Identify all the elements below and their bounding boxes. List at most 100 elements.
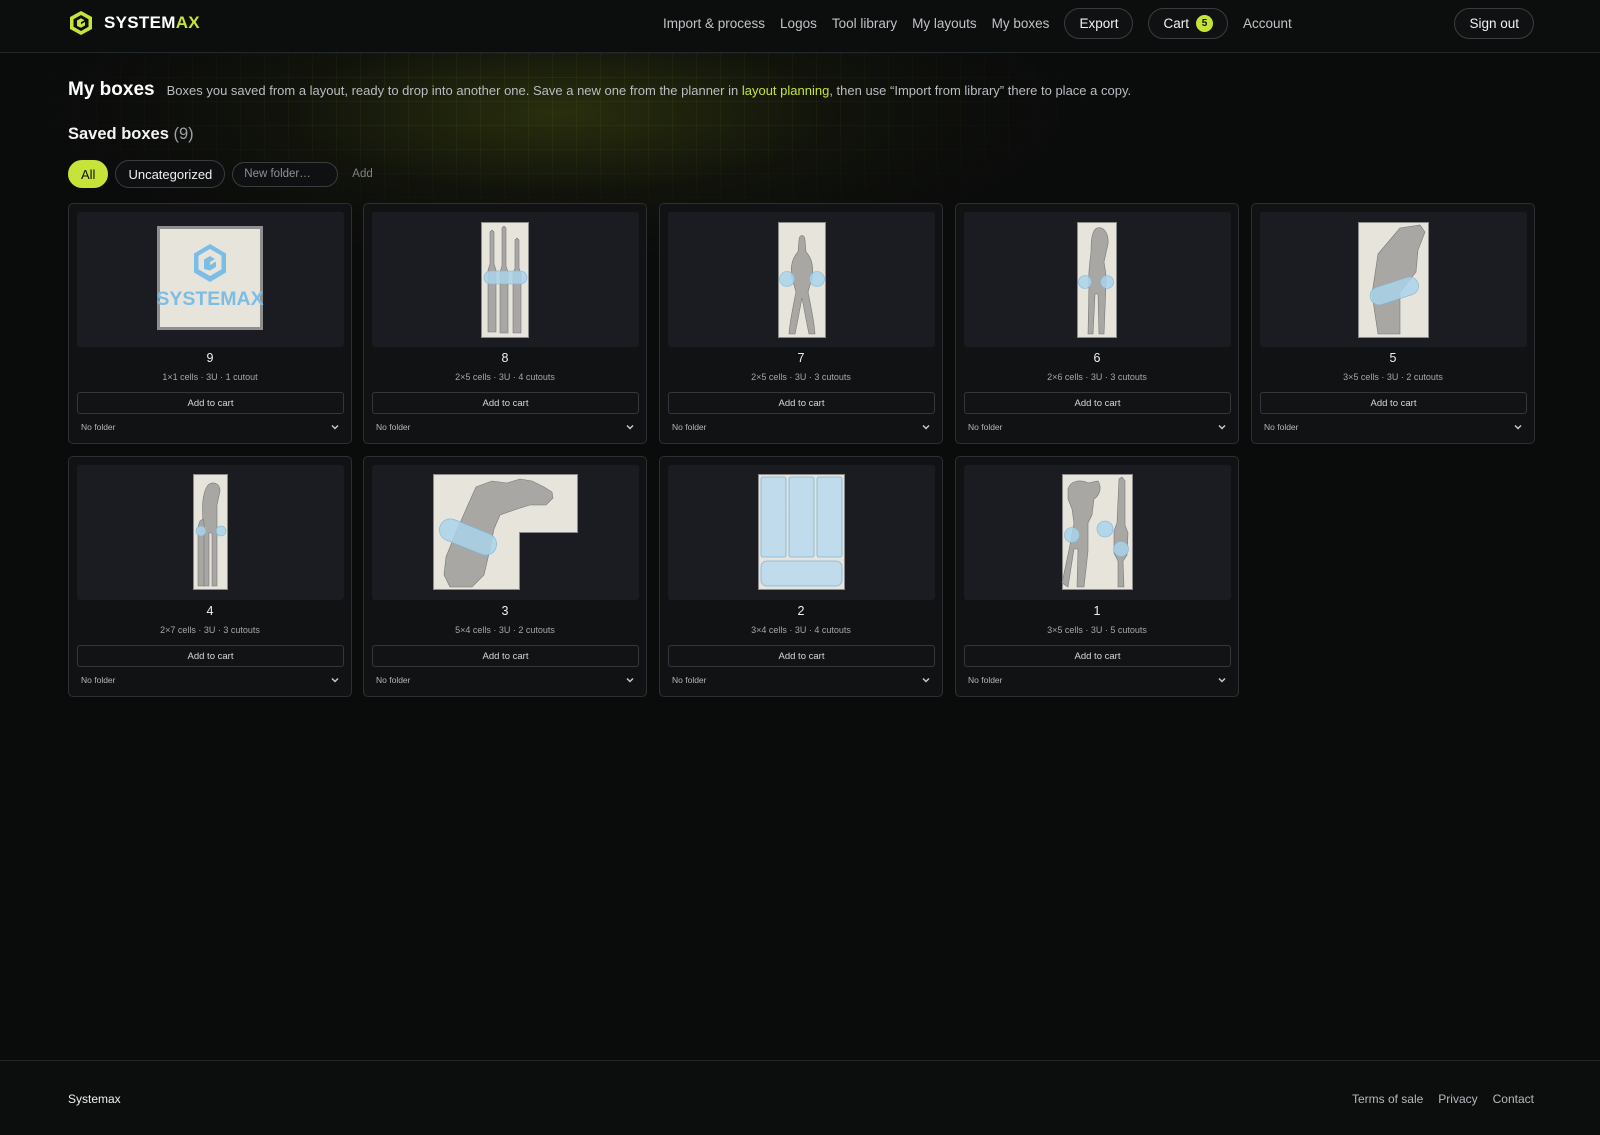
chevron-down-icon <box>1218 677 1226 683</box>
box-name: 5 <box>1389 351 1397 365</box>
footer-brand: Systemax <box>68 1092 121 1106</box>
footer-privacy-link[interactable]: Privacy <box>1438 1092 1477 1106</box>
folder-select-value: No folder <box>672 422 707 432</box>
top-navigation: SYSTEMAX Import & process Logos Tool lib… <box>0 0 1600 53</box>
nav-my-layouts[interactable]: My layouts <box>912 16 977 31</box>
box-meta: 3×5 cells · 3U · 2 cutouts <box>1343 372 1443 382</box>
box-2-preview-image <box>758 474 845 590</box>
chevron-down-icon <box>1218 424 1226 430</box>
box-meta: 3×4 cells · 3U · 4 cutouts <box>751 625 851 635</box>
box-name: 7 <box>797 351 805 365</box>
nav-import-process[interactable]: Import & process <box>663 16 765 31</box>
systemax-logo-icon <box>70 11 92 35</box>
cart-label: Cart <box>1163 16 1189 31</box>
chevron-down-icon <box>626 677 634 683</box>
page-title: My boxes <box>68 79 155 100</box>
cart-count-badge: 5 <box>1195 15 1213 32</box>
folder-select[interactable]: No folder <box>372 417 639 437</box>
add-to-cart-button[interactable]: Add to cart <box>1260 392 1527 414</box>
chevron-down-icon <box>1514 424 1522 430</box>
box-preview <box>668 212 935 347</box>
box-3-preview-image <box>433 474 578 590</box>
folder-select-value: No folder <box>968 422 1003 432</box>
footer-terms-link[interactable]: Terms of sale <box>1352 1092 1423 1106</box>
box-preview <box>77 465 344 600</box>
filter-uncategorized[interactable]: Uncategorized <box>115 160 226 188</box>
box-meta: 3×5 cells · 3U · 5 cutouts <box>1047 625 1147 635</box>
box-4-preview-image <box>193 474 228 590</box>
add-to-cart-button[interactable]: Add to cart <box>964 645 1231 667</box>
folder-select-value: No folder <box>376 675 411 685</box>
export-label: Export <box>1079 16 1119 31</box>
box-card: 7 2×5 cells · 3U · 3 cutouts Add to cart… <box>659 203 943 444</box>
layout-planning-link[interactable]: layout planning <box>742 83 829 98</box>
chevron-down-icon <box>331 677 339 683</box>
box-name: 6 <box>1093 351 1101 365</box>
nav-my-boxes[interactable]: My boxes <box>992 16 1050 31</box>
filter-all[interactable]: All <box>68 160 109 188</box>
chevron-down-icon <box>626 424 634 430</box>
box-card: 3 5×4 cells · 3U · 2 cutouts Add to cart… <box>363 456 647 697</box>
box-name: 1 <box>1093 604 1101 618</box>
folder-select-value: No folder <box>81 422 116 432</box>
footer: Systemax Terms of sale Privacy Contact <box>0 1060 1600 1135</box>
box-preview <box>1260 212 1527 347</box>
folder-select-value: No folder <box>672 675 707 685</box>
add-to-cart-button[interactable]: Add to cart <box>372 645 639 667</box>
add-to-cart-button[interactable]: Add to cart <box>964 392 1231 414</box>
folder-select[interactable]: No folder <box>964 417 1231 437</box>
page-header: My boxes Boxes you saved from a layout, … <box>68 79 1131 101</box>
chevron-down-icon <box>331 424 339 430</box>
new-folder-input[interactable] <box>232 161 339 187</box>
box-5-preview-image <box>1358 222 1429 338</box>
nav-tool-library[interactable]: Tool library <box>832 16 897 31</box>
box-8-preview-image <box>481 222 529 338</box>
folder-select-value: No folder <box>376 422 411 432</box>
box-meta: 5×4 cells · 3U · 2 cutouts <box>455 625 555 635</box>
box-name: 9 <box>206 351 214 365</box>
folder-select[interactable]: No folder <box>1260 417 1527 437</box>
folder-select[interactable]: No folder <box>372 670 639 690</box>
export-button[interactable]: Export <box>1064 8 1134 39</box>
chevron-down-icon <box>922 677 930 683</box>
add-to-cart-button[interactable]: Add to cart <box>668 645 935 667</box>
box-7-preview-image <box>778 222 826 338</box>
brand[interactable]: SYSTEMAX <box>68 10 200 36</box>
add-to-cart-button[interactable]: Add to cart <box>668 392 935 414</box>
folder-select[interactable]: No folder <box>964 670 1231 690</box>
box-preview <box>668 465 935 600</box>
add-to-cart-button[interactable]: Add to cart <box>77 645 344 667</box>
main-nav: Import & process Logos Tool library My l… <box>663 8 1292 39</box>
footer-links: Terms of sale Privacy Contact <box>1352 1092 1534 1106</box>
folder-select-value: No folder <box>1264 422 1299 432</box>
box-name: 8 <box>501 351 509 365</box>
add-to-cart-button[interactable]: Add to cart <box>372 392 639 414</box>
box-name: 3 <box>501 604 509 618</box>
sign-out-label: Sign out <box>1469 16 1519 31</box>
box-card: 5 3×5 cells · 3U · 2 cutouts Add to cart… <box>1251 203 1535 444</box>
nav-logos[interactable]: Logos <box>780 16 817 31</box>
box-preview <box>964 465 1231 600</box>
box-meta: 2×5 cells · 3U · 3 cutouts <box>751 372 851 382</box>
folder-select-value: No folder <box>968 675 1003 685</box>
box-meta: 2×6 cells · 3U · 3 cutouts <box>1047 372 1147 382</box>
nav-account[interactable]: Account <box>1243 16 1292 31</box>
box-1-preview-image <box>1061 474 1133 590</box>
box-preview <box>964 212 1231 347</box>
sign-out-button[interactable]: Sign out <box>1454 8 1534 39</box>
add-folder-button[interactable]: Add <box>352 168 372 180</box>
box-card: 8 2×5 cells · 3U · 4 cutouts Add to cart… <box>363 203 647 444</box>
box-6-preview-image <box>1077 222 1117 338</box>
box-preview <box>372 212 639 347</box>
box-9-logo-text: SYSTEMAX <box>156 288 263 310</box>
footer-contact-link[interactable]: Contact <box>1493 1092 1534 1106</box>
box-9-preview-image: SYSTEMAX <box>156 226 264 330</box>
box-meta: 2×7 cells · 3U · 3 cutouts <box>160 625 260 635</box>
cart-button[interactable]: Cart 5 <box>1148 8 1228 39</box>
folder-select-value: No folder <box>81 675 116 685</box>
add-to-cart-button[interactable]: Add to cart <box>77 392 344 414</box>
folder-select[interactable]: No folder <box>668 417 935 437</box>
folder-select[interactable]: No folder <box>668 670 935 690</box>
folder-select[interactable]: No folder <box>77 670 344 690</box>
folder-select[interactable]: No folder <box>77 417 344 437</box>
